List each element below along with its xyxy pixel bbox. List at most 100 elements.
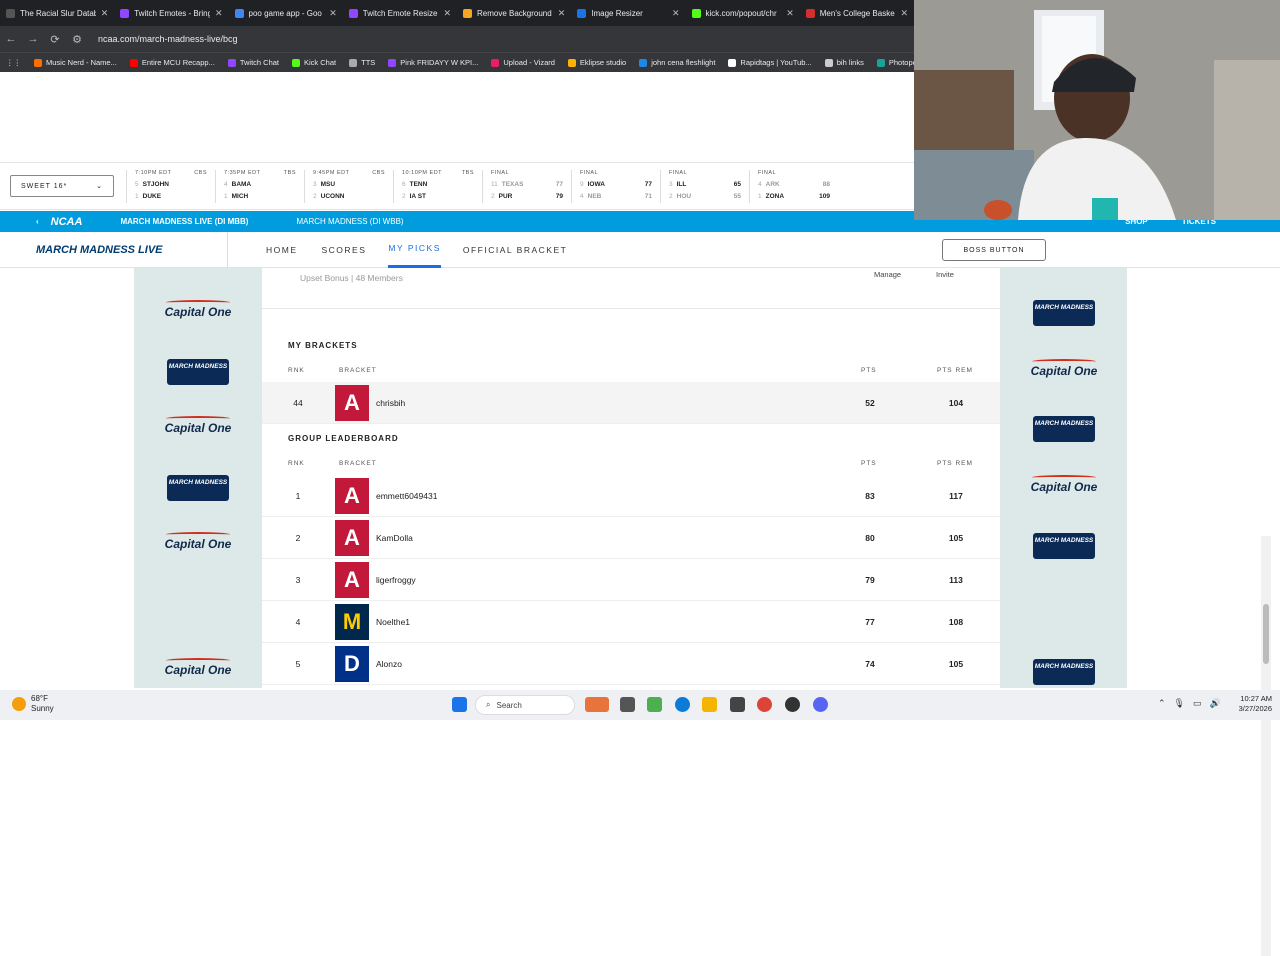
close-icon[interactable]: ✕ <box>558 8 566 19</box>
bookmark-item[interactable]: Pink FRIDAYY W KPI... <box>388 58 478 67</box>
bracket-row[interactable]: 2 A KamDolla 80 105 <box>262 517 1000 559</box>
browser-tab[interactable]: The Racial Slur Databa ✕ <box>0 0 114 26</box>
chevron-up-icon[interactable]: ⌃ <box>1158 698 1166 709</box>
bracket-row[interactable]: 44 Achrisbih 52 104 <box>262 382 1000 424</box>
page-scrollbar[interactable] <box>1261 536 1271 956</box>
bookmark-item[interactable]: Rapidtags | YouTub... <box>728 58 812 67</box>
browser-tab[interactable]: poo game app - Goo ✕ <box>229 0 343 26</box>
march-madness-logo[interactable]: MARCH MADNESS <box>1033 659 1095 685</box>
apps-icon[interactable]: ⋮⋮ <box>6 58 21 67</box>
game-card[interactable]: 7:10PM EDT CBS 5 STJOHN 1 DUKE <box>126 169 215 203</box>
ncaa-logo[interactable]: NCAA <box>51 216 83 228</box>
invite-link[interactable]: Invite <box>936 270 954 279</box>
mm-logo[interactable]: MARCH MADNESS LIVE <box>36 231 228 268</box>
bracket-name[interactable]: chrisbih <box>376 398 405 408</box>
close-icon[interactable]: ✕ <box>443 8 451 19</box>
bracket-name[interactable]: ligerfroggy <box>376 575 416 585</box>
game-card[interactable]: FINAL 9 IOWA 77 4 NEB 71 <box>571 169 660 203</box>
browser-tab[interactable]: Twitch Emote Resizer ✕ <box>343 0 457 26</box>
bracket-row[interactable]: 5 D Alonzo 74 105 <box>262 643 1000 685</box>
network-icon[interactable]: ▭ <box>1193 698 1202 709</box>
bracket-name[interactable]: Alonzo <box>376 659 402 669</box>
forward-icon[interactable]: → <box>22 33 44 45</box>
microphone-icon[interactable]: 🎙 <box>1174 698 1185 709</box>
bracket-name[interactable]: Noelthe1 <box>376 617 410 627</box>
nav-home[interactable]: HOME <box>266 232 298 268</box>
bookmark-item[interactable]: Music Nerd - Name... <box>34 58 117 67</box>
nav-official-bracket[interactable]: OFFICIAL BRACKET <box>463 232 567 268</box>
march-madness-logo[interactable]: MARCH MADNESS <box>1033 533 1095 559</box>
bookmark-item[interactable]: Kick Chat <box>292 58 336 67</box>
march-madness-logo[interactable]: MARCH MADNESS <box>1033 416 1095 442</box>
store-icon[interactable] <box>730 697 745 712</box>
chevron-left-icon[interactable]: ‹ <box>36 217 39 226</box>
game-card[interactable]: 10:10PM EDT TBS 6 TENN 2 IA ST <box>393 169 482 203</box>
discord-icon[interactable] <box>813 697 828 712</box>
bookmark-item[interactable]: Entire MCU Recapp... <box>129 58 215 67</box>
bookmark-item[interactable]: Photopea <box>876 58 914 67</box>
bookmark-item[interactable]: Upload - Vizard <box>491 58 555 67</box>
browser-tab[interactable]: Twitch Emotes - Bring ✕ <box>114 0 228 26</box>
bookmark-item[interactable]: john cena fleshlight <box>639 58 715 67</box>
link-wbb[interactable]: MARCH MADNESS (DI WBB) <box>296 217 403 226</box>
capital-one-logo[interactable]: Capital One <box>134 300 262 319</box>
close-icon[interactable]: ✕ <box>900 8 908 19</box>
back-icon[interactable]: ← <box>0 33 22 45</box>
link-mbb[interactable]: MARCH MADNESS LIVE (DI MBB) <box>120 217 248 226</box>
capital-one-logo[interactable]: Capital One <box>134 416 262 435</box>
bookmark-item[interactable]: bih links <box>824 58 864 67</box>
game-card[interactable]: 9:45PM EDT CBS 3 MSU 2 UCONN <box>304 169 393 203</box>
bracket-name[interactable]: emmett6049431 <box>376 491 437 501</box>
close-icon[interactable]: ✕ <box>215 8 223 19</box>
start-icon[interactable] <box>452 697 467 712</box>
game-card[interactable]: FINAL 11 TEXAS 77 2 PUR 79 <box>482 169 571 203</box>
close-icon[interactable]: ✕ <box>786 8 794 19</box>
chrome-icon[interactable] <box>757 697 772 712</box>
close-icon[interactable]: ✕ <box>329 8 337 19</box>
close-icon[interactable]: ✕ <box>672 8 680 19</box>
ad-capital-one-text: Capital One <box>1030 480 1098 494</box>
round-select[interactable]: SWEET 16* ⌄ <box>10 175 114 197</box>
nav-scores[interactable]: SCORES <box>322 232 367 268</box>
march-madness-logo[interactable]: MARCH MADNESS <box>1033 300 1095 326</box>
taskbar-search[interactable]: ⌕ Search <box>475 695 575 715</box>
capital-one-logo[interactable]: Capital One <box>1000 475 1128 494</box>
scrollbar-thumb[interactable] <box>1263 604 1269 664</box>
file-explorer-icon[interactable] <box>702 697 717 712</box>
capital-one-logo[interactable]: Capital One <box>134 532 262 551</box>
system-tray: ⌃ 🎙 ▭ 🔊 <box>1158 698 1221 709</box>
reload-icon[interactable]: ⟳ <box>44 33 66 46</box>
bracket-row[interactable]: 4 M Noelthe1 77 108 <box>262 601 1000 643</box>
boss-button[interactable]: BOSS BUTTON <box>942 239 1046 261</box>
obs-icon[interactable] <box>785 697 800 712</box>
close-icon[interactable]: ✕ <box>101 8 109 19</box>
widget-icon[interactable] <box>585 697 609 712</box>
copilot-icon[interactable] <box>647 697 662 712</box>
bookmark-item[interactable]: TTS <box>349 58 375 67</box>
edge-icon[interactable] <box>675 697 690 712</box>
bookmark-item[interactable]: Eklipse studio <box>567 58 626 67</box>
capital-one-logo[interactable]: Capital One <box>1000 359 1128 378</box>
weather-widget[interactable]: 68°F Sunny <box>12 694 54 714</box>
browser-tab[interactable]: Men's College Baske ✕ <box>800 0 914 26</box>
manage-link[interactable]: Manage <box>874 270 901 279</box>
game-card[interactable]: FINAL 4 ARK 88 1 ZONA 109 <box>749 169 838 203</box>
nav-my-picks[interactable]: MY PICKS <box>388 232 441 268</box>
browser-tab[interactable]: Remove Background ✕ <box>457 0 571 26</box>
bracket-row[interactable]: 3 Aligerfroggy 79 113 <box>262 559 1000 601</box>
browser-tab[interactable]: Image Resizer ✕ <box>571 0 685 26</box>
url-text[interactable]: ncaa.com/march-madness-live/bcg <box>98 34 238 44</box>
task-view-icon[interactable] <box>620 697 635 712</box>
march-madness-logo[interactable]: MARCH MADNESS <box>167 475 229 501</box>
clock[interactable]: 10:27 AM 3/27/2026 <box>1222 694 1272 714</box>
game-card[interactable]: FINAL 3 ILL 65 2 HOU 55 <box>660 169 749 203</box>
march-madness-logo[interactable]: MARCH MADNESS <box>167 359 229 385</box>
bracket-row[interactable]: 1 Aemmett6049431 83 117 <box>262 475 1000 517</box>
bracket-name[interactable]: KamDolla <box>376 533 413 543</box>
volume-icon[interactable]: 🔊 <box>1210 698 1221 709</box>
capital-one-logo[interactable]: Capital One <box>134 658 262 677</box>
bookmark-item[interactable]: Twitch Chat <box>227 58 279 67</box>
site-info-icon[interactable]: ⚙ <box>66 33 88 46</box>
browser-tab[interactable]: kick.com/popout/chr ✕ <box>686 0 800 26</box>
game-card[interactable]: 7:35PM EDT TBS 4 BAMA 1 MICH <box>215 169 304 203</box>
